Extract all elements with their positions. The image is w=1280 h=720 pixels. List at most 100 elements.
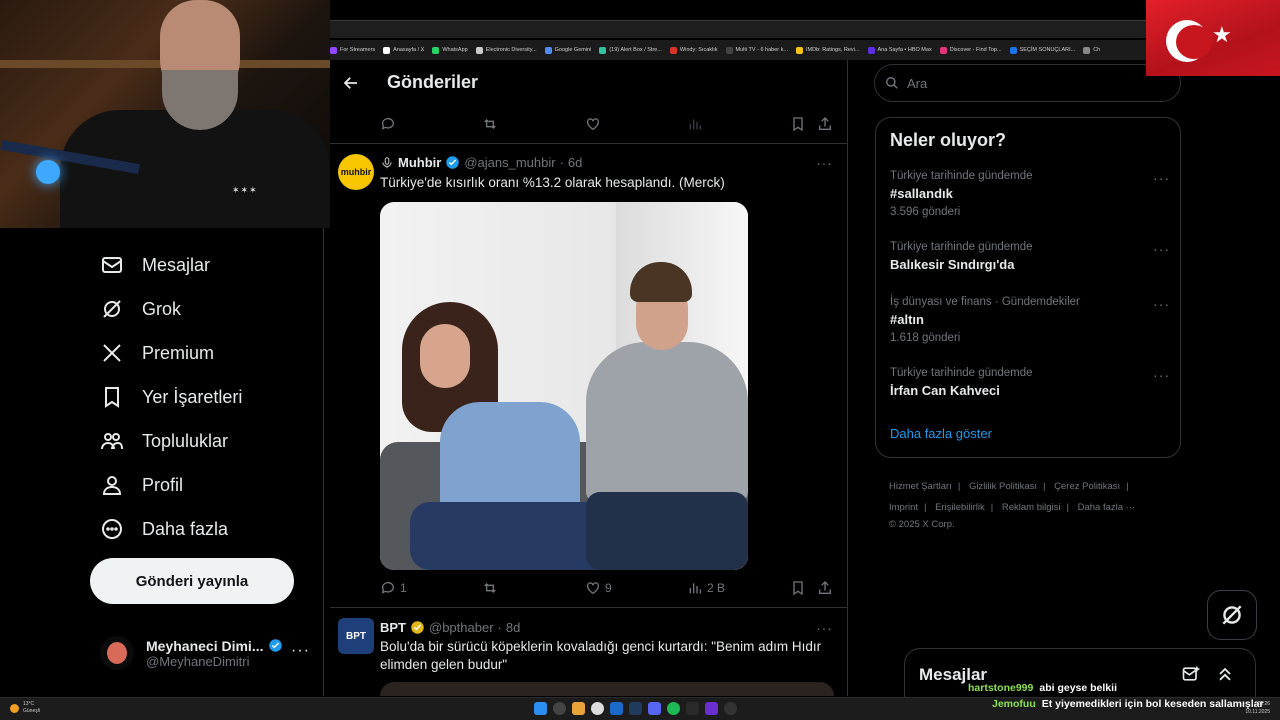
- search-icon: [886, 77, 898, 89]
- sidebar-item-premium[interactable]: Premium: [100, 338, 214, 368]
- sidebar-item-messages[interactable]: Mesajlar: [100, 250, 210, 280]
- account-switcher[interactable]: Meyhaneci Dimi... @MeyhaneDimitri ···: [100, 628, 314, 678]
- heart-icon: [587, 118, 599, 131]
- bookmark-item[interactable]: Ana Sayfa • HBO Max: [867, 46, 932, 54]
- views-button[interactable]: [687, 116, 703, 132]
- search-box[interactable]: [874, 64, 1181, 102]
- footer-link[interactable]: Daha fazla ···: [1078, 502, 1136, 513]
- sidebar-item-communities[interactable]: Topluluklar: [100, 426, 228, 456]
- app-icon[interactable]: [705, 702, 718, 715]
- reply-button[interactable]: 1: [380, 580, 407, 596]
- folder-icon[interactable]: [572, 702, 585, 715]
- avatar[interactable]: BPT: [338, 618, 374, 654]
- tweet-photo[interactable]: [380, 682, 834, 696]
- steam-icon[interactable]: [629, 702, 642, 715]
- bookmark-label: Ana Sayfa • HBO Max: [877, 47, 932, 53]
- chrome-icon[interactable]: [591, 702, 604, 715]
- tweet-time[interactable]: 6d: [568, 155, 582, 170]
- grok-floating-button[interactable]: [1207, 590, 1257, 640]
- tweet-time[interactable]: 8d: [506, 620, 520, 635]
- obs-icon[interactable]: [724, 702, 737, 715]
- post-button[interactable]: Gönderi yayınla: [90, 558, 294, 604]
- show-more-link[interactable]: Daha fazla göster: [890, 426, 992, 441]
- webcam-overlay: ✶✶✶: [0, 0, 330, 228]
- bookmark-button[interactable]: [790, 580, 806, 596]
- trend-item[interactable]: Türkiye tarihinde gündemde #sallandık 3.…: [890, 170, 1170, 218]
- bookmark-item[interactable]: Electronic Diversity...: [475, 46, 537, 54]
- bookmark-label: IMDb: Ratings, Revi...: [806, 47, 860, 53]
- account-more-icon[interactable]: ···: [291, 642, 310, 660]
- sidebar-item-more[interactable]: Daha fazla: [100, 514, 228, 544]
- like-button[interactable]: [585, 116, 601, 132]
- bookmark-item[interactable]: Discover - Find Top...: [939, 46, 1002, 54]
- mail-icon: [102, 257, 122, 273]
- footer-link[interactable]: Erişilebilirlik: [935, 502, 985, 513]
- back-button[interactable]: [338, 70, 364, 96]
- tweet-author-handle[interactable]: @bpthaber: [429, 620, 494, 635]
- app-icon[interactable]: [610, 702, 623, 715]
- trend-more-icon[interactable]: ···: [1153, 241, 1170, 257]
- footer-link[interactable]: Çerez Politikası: [1054, 481, 1120, 492]
- tweet-more-icon[interactable]: ···: [816, 155, 833, 171]
- weather-widget[interactable]: 13°C Güneşli: [10, 701, 40, 715]
- footer-link[interactable]: Hizmet Şartları: [889, 481, 952, 492]
- bookmark-item[interactable]: Windy: Sıcaklık: [669, 46, 718, 54]
- bookmark-item[interactable]: SEÇİM SONUÇLARI...: [1009, 46, 1075, 54]
- bookmark-icon: [793, 117, 803, 132]
- trend-more-icon[interactable]: ···: [1153, 367, 1170, 383]
- trend-item[interactable]: Türkiye tarihinde gündemde İrfan Can Kah…: [890, 367, 1170, 398]
- sidebar-item-bookmarks[interactable]: Yer İşaretleri: [100, 382, 242, 412]
- windows-start-icon[interactable]: [534, 702, 547, 715]
- trend-count: 1.618 gönderi: [890, 332, 961, 344]
- bookmark-item[interactable]: Google Gemini: [544, 46, 591, 54]
- bookmark-item[interactable]: (19) Alert Box / Stre...: [599, 46, 662, 54]
- tweet-photo[interactable]: [380, 202, 748, 570]
- footer-link[interactable]: Imprint: [889, 502, 918, 513]
- tweet-author-name[interactable]: BPT: [380, 620, 406, 635]
- bookmark-item[interactable]: WhatsApp: [432, 46, 468, 54]
- trend-item[interactable]: İş dünyası ve finans · Gündemdekiler #al…: [890, 296, 1170, 344]
- reply-icon: [381, 118, 394, 130]
- tweet-author-name[interactable]: Muhbir: [398, 155, 441, 170]
- photo-man-jeans: [586, 492, 748, 570]
- grok-icon: [103, 300, 121, 318]
- account-name-row: Meyhaneci Dimi...: [146, 638, 283, 654]
- repost-button[interactable]: [482, 116, 498, 132]
- sidebar-item-grok[interactable]: Grok: [100, 294, 181, 324]
- sidebar-item-profile[interactable]: Profil: [100, 470, 183, 500]
- bookmark-icon: [793, 581, 803, 596]
- bookmark-button[interactable]: [790, 116, 806, 132]
- bookmark-item[interactable]: Multi TV - 6 haber k...: [725, 46, 788, 54]
- share-button[interactable]: [817, 580, 833, 596]
- bookmark-icon: [105, 387, 119, 408]
- sidebar-item-label: Mesajlar: [142, 254, 211, 275]
- trend-tag: #sallandık: [890, 186, 953, 201]
- bookmark-label: (19) Alert Box / Stre...: [609, 47, 662, 53]
- footer-link[interactable]: Reklam bilgisi: [1002, 502, 1061, 513]
- sidebar-item-label: Daha fazla: [142, 518, 229, 539]
- footer-link[interactable]: Gizlilik Politikası: [969, 481, 1037, 492]
- spotify-icon[interactable]: [667, 702, 680, 715]
- bookmark-item[interactable]: Anasayfa / X: [383, 46, 424, 54]
- more-circle-icon: [102, 519, 122, 539]
- bookmark-favicon-icon: [599, 46, 607, 54]
- avatar[interactable]: muhbir: [338, 154, 374, 190]
- trend-more-icon[interactable]: ···: [1153, 170, 1170, 186]
- bookmark-item[interactable]: IMDb: Ratings, Revi...: [796, 46, 860, 54]
- chat-line: hartstone999 abi geyse belkii: [968, 680, 1278, 696]
- repost-button[interactable]: [482, 580, 502, 596]
- reply-button[interactable]: [380, 116, 396, 132]
- views-button[interactable]: 2 B: [687, 580, 725, 596]
- like-button[interactable]: 9: [585, 580, 612, 596]
- discord-icon[interactable]: [648, 702, 661, 715]
- share-button[interactable]: [817, 116, 833, 132]
- tweet-author-handle[interactable]: @ajans_muhbir: [464, 155, 555, 170]
- bookmark-item[interactable]: Ch: [1083, 46, 1100, 54]
- trend-item[interactable]: Türkiye tarihinde gündemde Balıkesir Sın…: [890, 241, 1170, 272]
- bookmark-item[interactable]: For Streamers: [330, 46, 375, 54]
- search-icon[interactable]: [553, 702, 566, 715]
- trend-more-icon[interactable]: ···: [1153, 296, 1170, 312]
- tweet-more-icon[interactable]: ···: [816, 620, 833, 636]
- epic-games-icon[interactable]: [686, 702, 699, 715]
- search-input[interactable]: [907, 75, 1157, 91]
